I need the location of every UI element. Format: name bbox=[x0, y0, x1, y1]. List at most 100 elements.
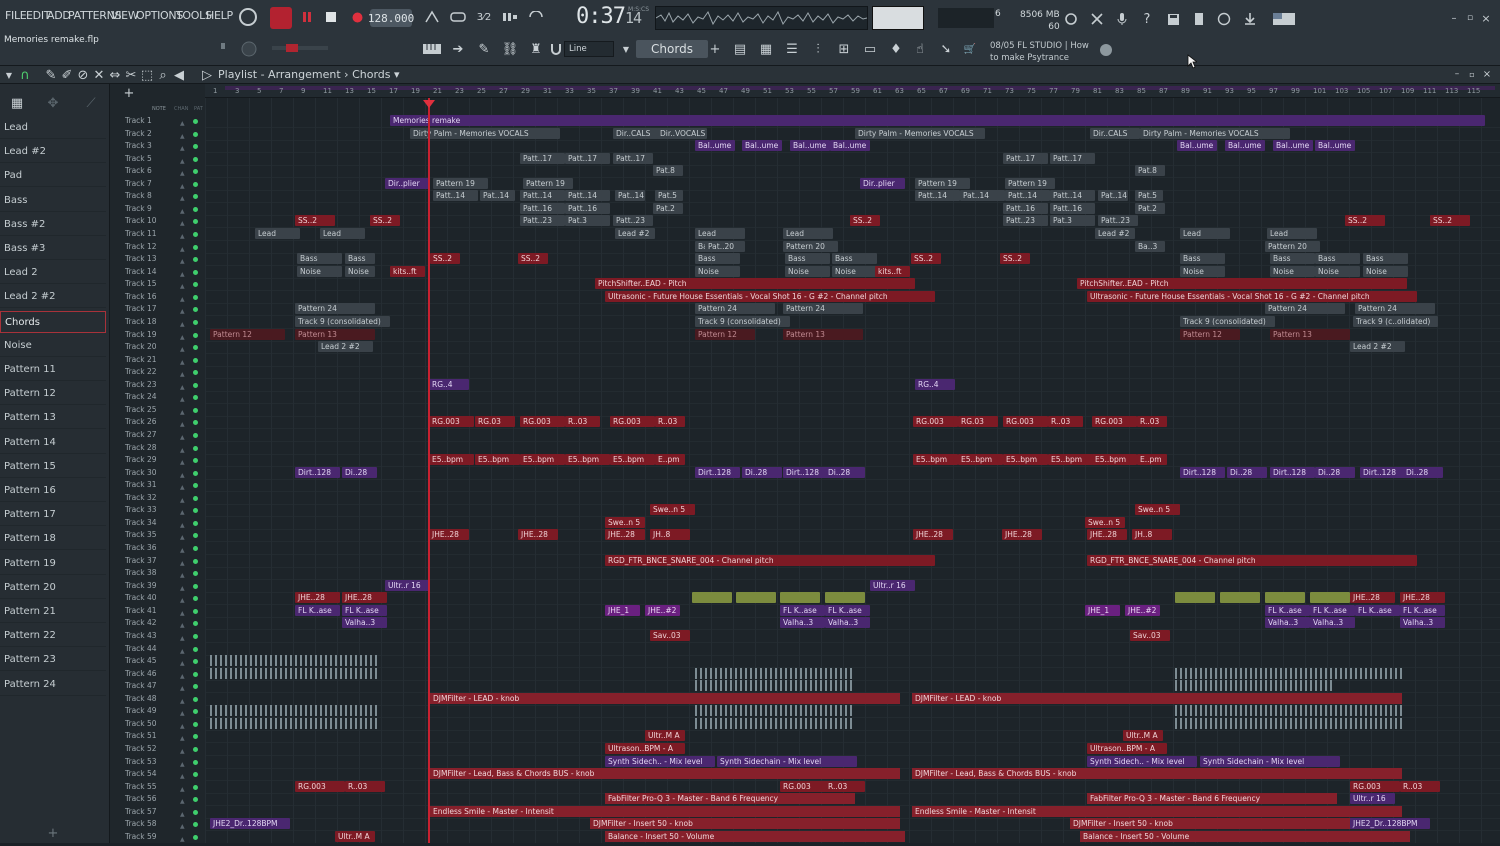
pattern-clip[interactable]: Bal..ume bbox=[695, 140, 735, 151]
pattern-clip[interactable]: Patt..17 bbox=[1003, 153, 1048, 164]
pattern-clip[interactable]: Bal..ume bbox=[1177, 140, 1217, 151]
chevron-down-icon[interactable]: ▼ bbox=[4, 68, 14, 82]
track-header[interactable]: Track 20▲ bbox=[110, 341, 205, 354]
pattern-clip[interactable]: Bass bbox=[1315, 253, 1360, 264]
metronome-icon[interactable] bbox=[422, 8, 442, 26]
track-mute-icon[interactable] bbox=[193, 697, 198, 702]
track-header[interactable]: Track 1▲ bbox=[110, 115, 205, 128]
pattern-clip[interactable]: Pattern 19 bbox=[433, 178, 488, 189]
pattern-clip[interactable]: Dir..CALS bbox=[613, 128, 663, 139]
pattern-clip[interactable]: SS..2 bbox=[518, 253, 548, 264]
pattern-clip[interactable]: Noise bbox=[832, 266, 877, 277]
pattern-clip[interactable]: FL K..ase bbox=[1310, 605, 1355, 616]
track-mute-icon[interactable] bbox=[193, 684, 198, 689]
pattern-clip[interactable]: Bass bbox=[1180, 253, 1225, 264]
song-position-knob[interactable] bbox=[237, 6, 259, 28]
pattern-clip[interactable]: kits..ft bbox=[390, 266, 425, 277]
pattern-clip[interactable]: Patt..16 bbox=[565, 203, 610, 214]
master-pitch-slider[interactable] bbox=[272, 46, 328, 50]
pattern-clip[interactable]: JHE..28 bbox=[1350, 592, 1395, 603]
automation-clip[interactable]: DJMFilter - Lead, Bass & Chords BUS - kn… bbox=[912, 768, 1402, 779]
track-header[interactable]: Track 31▲ bbox=[110, 479, 205, 492]
pencil-tool-icon[interactable]: ✎ bbox=[44, 68, 58, 82]
track-header[interactable]: Track 3▲ bbox=[110, 140, 205, 153]
pattern-clip[interactable]: Lead bbox=[783, 228, 833, 239]
track-mute-icon[interactable] bbox=[193, 822, 198, 827]
automation-clip[interactable]: Endless Smile - Master - Intensit bbox=[912, 806, 1402, 817]
slice-tool-icon[interactable]: ✂ bbox=[124, 68, 138, 82]
pattern-clip[interactable]: Pattern 19 bbox=[523, 178, 573, 189]
pattern-clip[interactable]: Dir..plier bbox=[385, 178, 430, 189]
pattern-clip[interactable]: RG.03 bbox=[475, 416, 515, 427]
pattern-clip[interactable]: E5..bpm bbox=[429, 454, 474, 465]
pattern-clip[interactable]: Pat..14 bbox=[960, 190, 1005, 201]
pattern-item[interactable]: Pattern 15 bbox=[0, 456, 106, 478]
pattern-clip[interactable]: R..03 bbox=[345, 781, 385, 792]
pattern-clip[interactable]: Noise bbox=[345, 266, 375, 277]
track-mute-icon[interactable] bbox=[193, 747, 198, 752]
pin-icon[interactable] bbox=[218, 43, 228, 53]
pattern-clip[interactable]: Di..28 bbox=[1403, 467, 1443, 478]
pattern-clip[interactable]: FL K..ase bbox=[780, 605, 825, 616]
pattern-clip[interactable]: SS..2 bbox=[1345, 215, 1385, 226]
pattern-clip[interactable]: Pattern 24 bbox=[1355, 303, 1435, 314]
note-strip[interactable] bbox=[1175, 718, 1405, 729]
note-strip[interactable] bbox=[695, 718, 855, 729]
track-header[interactable]: Track 48▲ bbox=[110, 693, 205, 706]
track-header[interactable]: Track 11▲ bbox=[110, 228, 205, 241]
pattern-clip[interactable]: JHE2_Dr..128BPM bbox=[210, 818, 290, 829]
pattern-clip[interactable]: JHE_1 bbox=[605, 605, 640, 616]
track-header[interactable]: Track 7▲ bbox=[110, 178, 205, 191]
pattern-clip[interactable]: Pat.2 bbox=[653, 203, 683, 214]
playhead-marker-icon[interactable] bbox=[423, 100, 435, 108]
track-mute-icon[interactable] bbox=[193, 458, 198, 463]
pattern-clip[interactable]: Pattern 24 bbox=[783, 303, 863, 314]
flag-icon[interactable] bbox=[1270, 10, 1298, 28]
pattern-clip[interactable]: FL K..ase bbox=[1265, 605, 1310, 616]
slip-tool-icon[interactable]: ⇔ bbox=[108, 68, 122, 82]
track-header[interactable]: Track 14▲ bbox=[110, 266, 205, 279]
track-header[interactable]: Track 13▲ bbox=[110, 253, 205, 266]
pattern-clip[interactable]: JHE..28 bbox=[429, 529, 469, 540]
pattern-clip[interactable]: Lead 2 #2 bbox=[1350, 341, 1405, 352]
track-header[interactable]: Track 46▲ bbox=[110, 668, 205, 681]
pattern-clip[interactable]: Dir..VOCALS bbox=[657, 128, 707, 139]
track-mute-icon[interactable] bbox=[193, 358, 198, 363]
pattern-clip[interactable]: JHE..28 bbox=[295, 592, 340, 603]
track-header[interactable]: Track 39▲ bbox=[110, 580, 205, 593]
automation-clip[interactable]: FabFilter Pro-Q 3 - Master - Band 6 Freq… bbox=[605, 793, 855, 804]
mute-tool-icon[interactable]: ✕ bbox=[92, 68, 106, 82]
track-mute-icon[interactable] bbox=[193, 333, 198, 338]
menu-file[interactable]: FILE bbox=[5, 9, 26, 22]
pattern-item[interactable]: Pattern 13 bbox=[0, 407, 106, 429]
pattern-clip[interactable]: Swe..n 5 bbox=[1085, 517, 1125, 528]
undo-icon[interactable] bbox=[1062, 10, 1080, 28]
pattern-clip[interactable]: Patt..17 bbox=[565, 153, 610, 164]
playlist-grid[interactable]: Memories remakeDirty Palm - Memories VOC… bbox=[205, 98, 1500, 843]
track-mute-icon[interactable] bbox=[193, 709, 198, 714]
track-mute-icon[interactable] bbox=[193, 232, 198, 237]
pattern-clip[interactable]: Bass bbox=[1363, 253, 1408, 264]
track-mute-icon[interactable] bbox=[193, 119, 198, 124]
pattern-clip[interactable]: R..03 bbox=[1400, 781, 1440, 792]
pattern-clip[interactable]: Pat.5 bbox=[1135, 190, 1163, 201]
pattern-clip[interactable]: JH..8 bbox=[1132, 529, 1172, 540]
maximize-icon[interactable]: ▫ bbox=[1467, 69, 1477, 79]
pat-song-toggle[interactable] bbox=[270, 7, 292, 29]
track-header[interactable]: Track 26▲ bbox=[110, 416, 205, 429]
pattern-clip[interactable]: Bal..ume bbox=[1273, 140, 1313, 151]
pattern-clip[interactable]: Track 9 (c..olidated) bbox=[1353, 316, 1438, 327]
picker-audio-icon[interactable]: ✥ bbox=[46, 96, 60, 110]
pattern-clip[interactable]: JHE..28 bbox=[1400, 592, 1445, 603]
pattern-clip[interactable]: FL K..ase bbox=[1355, 605, 1400, 616]
track-mute-icon[interactable] bbox=[193, 370, 198, 375]
tempo-display[interactable]: 128.000 bbox=[370, 9, 412, 27]
automation-clip[interactable]: DJMFilter - Lead, Bass & Chords BUS - kn… bbox=[430, 768, 900, 779]
pattern-clip[interactable]: Dirt..128 bbox=[1360, 467, 1405, 478]
pattern-clip[interactable]: R..03 bbox=[1137, 416, 1167, 427]
track-mute-icon[interactable] bbox=[193, 810, 198, 815]
pattern-clip[interactable]: RG.003 bbox=[429, 416, 474, 427]
track-header[interactable]: Track 8▲ bbox=[110, 190, 205, 203]
pattern-clip[interactable]: RGD_FTR_BNCE_SNARE_004 - Channel pitch bbox=[1087, 555, 1417, 566]
pattern-clip[interactable]: Patt..23 bbox=[613, 215, 653, 226]
